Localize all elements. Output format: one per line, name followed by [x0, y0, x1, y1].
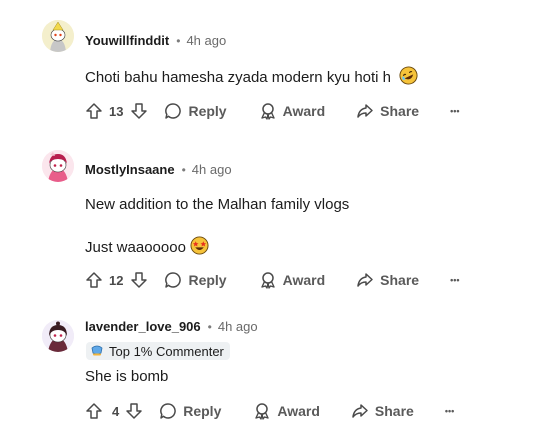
vote-count: 13	[109, 103, 124, 119]
comment-body-line: Just waaooooo	[85, 236, 209, 259]
downvote-button[interactable]	[130, 102, 148, 120]
meta-separator: •	[207, 319, 212, 334]
vote-count: 4	[112, 403, 120, 419]
award-button[interactable]: Award	[259, 271, 326, 289]
comment-meta: Youwillfinddit • 4h ago	[85, 33, 226, 48]
comment-text: She is bomb	[85, 368, 169, 385]
share-arrow-icon	[352, 404, 368, 418]
rofl-emoji-icon	[399, 66, 418, 89]
vote-count: 12	[109, 272, 124, 288]
share-button[interactable]: Share	[356, 102, 419, 120]
share-arrow-icon	[357, 273, 373, 287]
reply-label: Reply	[188, 272, 227, 288]
reply-label: Reply	[183, 403, 222, 419]
avatar[interactable]	[42, 20, 74, 52]
comment-text: New addition to the Malhan family vlogs	[85, 196, 350, 213]
avatar[interactable]	[42, 150, 74, 182]
reply-button[interactable]: Reply	[164, 102, 227, 120]
award-label: Award	[277, 403, 320, 419]
comment-actions: 4 Reply Award Share •••	[85, 399, 454, 423]
comment-actions: 13 Reply Award Share •••	[85, 99, 460, 123]
reply-button[interactable]: Reply	[159, 402, 221, 420]
share-button[interactable]: Share	[351, 402, 414, 420]
comment-text: Just waaooooo	[85, 239, 186, 256]
badge-label: Top 1% Commenter	[109, 343, 224, 359]
upvote-button[interactable]	[85, 402, 103, 420]
downvote-arrow-icon	[131, 272, 148, 288]
speech-bubble-icon	[165, 103, 182, 119]
comment-meta: lavender_love_906 • 4h ago	[85, 319, 258, 334]
snoo-avatar-icon	[42, 320, 74, 352]
downvote-arrow-icon	[131, 103, 148, 119]
more-options-icon[interactable]: •••	[445, 406, 454, 416]
reply-button[interactable]: Reply	[164, 271, 227, 289]
share-label: Share	[380, 272, 420, 288]
snoo-avatar-icon	[42, 150, 74, 182]
star-struck-emoji-icon	[190, 236, 209, 259]
share-label: Share	[380, 103, 420, 119]
downvote-button[interactable]	[130, 271, 148, 289]
award-label: Award	[282, 103, 326, 119]
share-arrow-icon	[357, 104, 373, 118]
speech-bubble-icon	[160, 403, 177, 419]
timestamp[interactable]: 4h ago	[192, 162, 232, 177]
award-icon	[255, 403, 270, 420]
upvote-arrow-icon	[86, 272, 102, 288]
award-icon	[260, 272, 275, 289]
share-label: Share	[374, 403, 414, 419]
more-options-icon[interactable]: •••	[450, 275, 459, 285]
snoo-avatar-icon	[42, 20, 74, 52]
downvote-button[interactable]	[125, 402, 143, 420]
upvote-arrow-icon	[86, 403, 102, 419]
upvote-button[interactable]	[85, 271, 103, 289]
upvote-button[interactable]	[85, 102, 103, 120]
comment-actions: 12 Reply Award Share •••	[85, 268, 460, 292]
meta-separator: •	[176, 33, 181, 48]
author-name[interactable]: Youwillfinddit	[85, 33, 169, 48]
more-options-icon[interactable]: •••	[450, 106, 459, 116]
upvote-arrow-icon	[86, 103, 102, 119]
comment-body: Choti bahu hamesha zyada modern kyu hoti…	[85, 66, 418, 89]
timestamp[interactable]: 4h ago	[218, 319, 258, 334]
meta-separator: •	[181, 162, 186, 177]
award-button[interactable]: Award	[259, 102, 326, 120]
badge-trophy-icon	[91, 345, 103, 356]
comment-text: Choti bahu hamesha zyada modern kyu hoti…	[85, 69, 392, 86]
reply-label: Reply	[188, 103, 227, 119]
author-name[interactable]: lavender_love_906	[85, 319, 201, 334]
comment-meta: MostlyInsaane • 4h ago	[85, 162, 232, 177]
comment-body: New addition to the Malhan family vlogs	[85, 196, 349, 213]
author-name[interactable]: MostlyInsaane	[85, 162, 175, 177]
award-button[interactable]: Award	[253, 402, 320, 420]
award-icon	[260, 103, 275, 120]
top-commenter-badge[interactable]: Top 1% Commenter	[86, 342, 230, 360]
comment-body: She is bomb	[85, 368, 168, 385]
downvote-arrow-icon	[126, 403, 142, 419]
speech-bubble-icon	[165, 272, 182, 288]
avatar[interactable]	[42, 320, 74, 352]
award-label: Award	[282, 272, 326, 288]
share-button[interactable]: Share	[356, 271, 419, 289]
timestamp[interactable]: 4h ago	[186, 33, 226, 48]
